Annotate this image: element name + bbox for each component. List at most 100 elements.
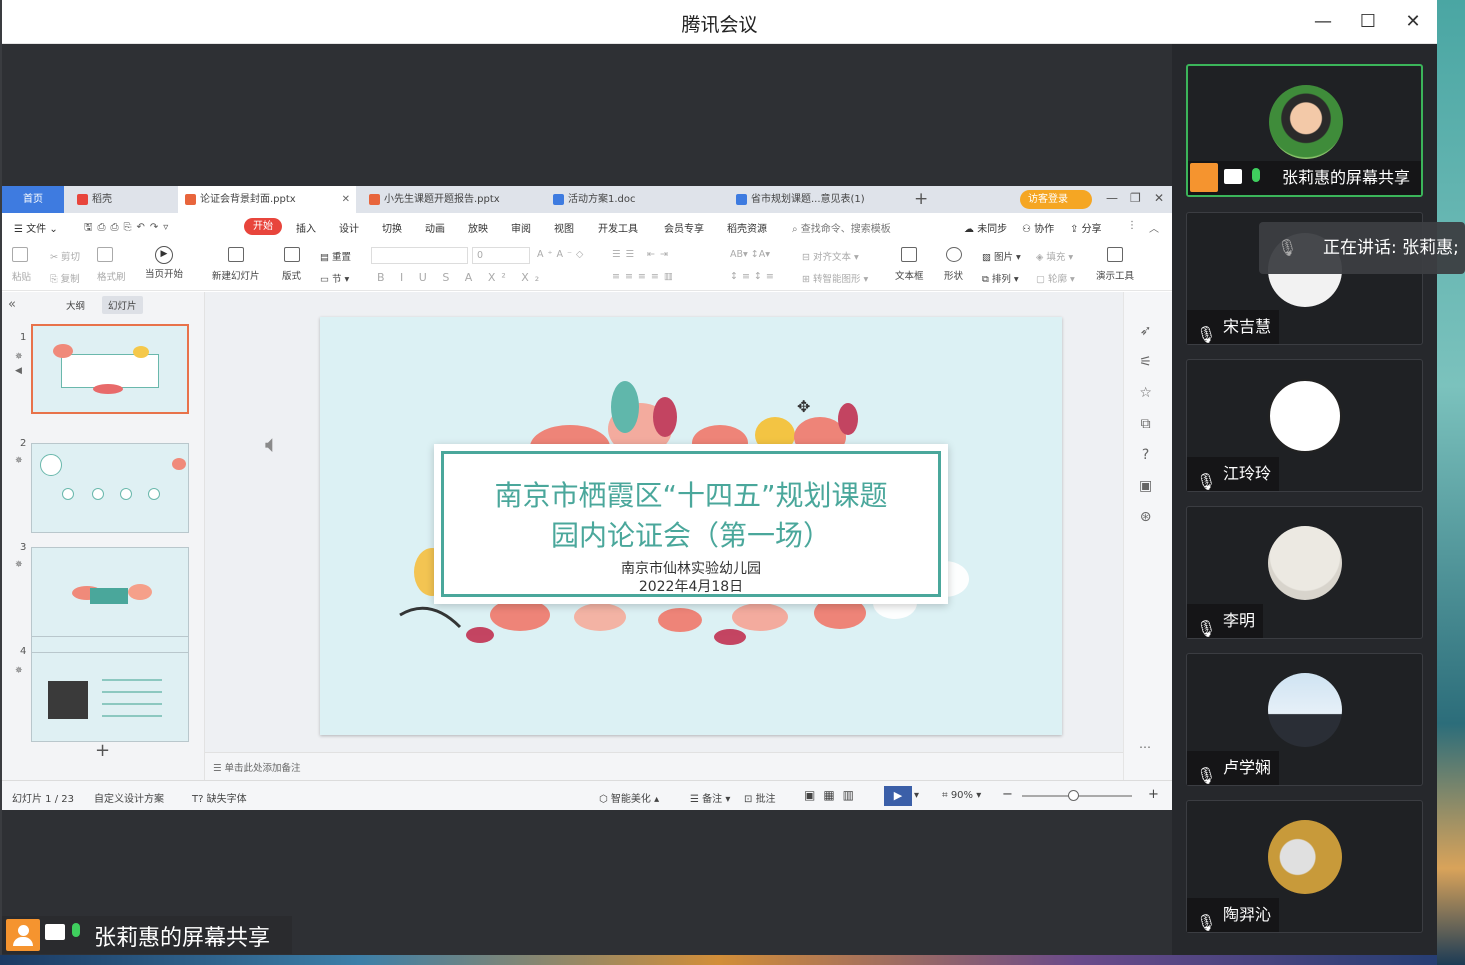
menu-insert[interactable]: 插入 [296,220,316,235]
format-painter-button[interactable]: 格式刷 [97,247,126,283]
layout-button[interactable]: 版式 [282,247,301,282]
slide-thumb-1[interactable] [31,324,189,414]
close-button[interactable]: ✕ [1399,8,1427,36]
tab-docer[interactable]: 稻壳 [70,186,174,213]
text-direction-icon[interactable]: AB▾ ↕A▾ [730,249,770,260]
present-tools-button[interactable]: 演示工具 [1096,247,1134,282]
font-style-icons[interactable]: B I U S A X² X₂ [377,271,545,284]
screen-share-icon [1224,169,1242,184]
design-scheme[interactable]: 自定义设计方案 [94,790,164,805]
video-tile-participant[interactable]: 🎙︎ 陶羿沁 [1186,800,1423,933]
fill-button[interactable]: ◈ 填充 ▾ [1036,249,1073,263]
restore-icon[interactable]: ❐ [1130,191,1141,205]
sync-status[interactable]: ☁ 未同步 [964,220,1007,235]
share-button[interactable]: ⇪ 分享 [1070,220,1102,235]
menu-start[interactable]: 开始 [244,218,282,235]
slide-thumb-2[interactable] [31,443,189,533]
align-icons[interactable]: ≡≡≡≡▥ [612,271,678,282]
video-tile-sharer[interactable]: 张莉惠的屏幕共享 [1186,64,1423,197]
maximize-button[interactable]: ☐ [1354,8,1382,36]
mic-on-icon [1252,168,1260,182]
menu-view[interactable]: 视图 [554,220,574,235]
move-cursor-icon: ✥ [797,397,811,416]
guest-login-button[interactable]: 访客登录 [1020,190,1092,209]
menu-developer[interactable]: 开发工具 [598,220,638,235]
user-avatar-icon [6,919,40,951]
list-icons[interactable]: ☰☰ ⇤⇥ [612,249,673,260]
quick-access-icons[interactable]: 🖫⎙⎙⎘↶↷▿ [84,220,173,237]
font-size-select[interactable]: 0 [472,247,530,264]
audio-speaker-icon[interactable]: 🔈︎ [265,430,279,458]
tab-home[interactable]: 首页 [2,186,64,213]
textbox-button[interactable]: 文本框 [895,247,924,282]
slide-org: 南京市仙林实验幼儿园 [621,561,761,577]
zoom-in-button[interactable]: + [1148,787,1159,802]
slide-thumb-4[interactable] [31,652,189,742]
section-button[interactable]: ▭ 节 ▾ [320,271,349,285]
align-text-button[interactable]: ⊟ 对齐文本 ▾ [802,249,859,263]
close-icon[interactable]: ✕ [1154,191,1164,205]
menu-animation[interactable]: 动画 [425,220,445,235]
font-name-select[interactable] [371,247,468,264]
play-slideshow-button[interactable]: ▶ [884,786,912,806]
smartart-button[interactable]: ⊞ 转智能图形 ▾ [802,271,868,285]
missing-font-button[interactable]: T? 缺失字体 [192,790,247,805]
video-tile-participant[interactable]: 🎙︎ 李明 [1186,506,1423,639]
tab-pptx-report[interactable]: 小先生课题开题报告.pptx [362,186,540,213]
menu-member[interactable]: 会员专享 [664,220,704,235]
notes-pane[interactable]: ☰ 单击此处添加备注 [205,752,1123,780]
notes-toggle[interactable]: ☰ 备注 ▾ [690,790,730,805]
doc-icon [736,194,747,205]
outline-button[interactable]: ▢ 轮廓 ▾ [1036,271,1075,285]
new-slide-button[interactable]: 新建幻灯片 [212,247,260,282]
menu-file[interactable]: ☰ 文件 ⌄ [14,220,58,235]
add-slide-button[interactable]: + [95,740,110,761]
menu-design[interactable]: 设计 [339,220,359,235]
video-tile-participant[interactable]: 🎙︎ 江玲玲 [1186,359,1423,492]
paste-button[interactable]: 粘贴 [12,247,31,283]
slide-1-canvas[interactable]: 南京市栖霞区“十四五”规划课题 园内论证会（第一场） 南京市仙林实验幼儿园 20… [320,317,1062,735]
slide-number: 4 [20,646,27,657]
anim-icon: ✵ [15,456,23,466]
more-icon[interactable]: ⋮ [1127,220,1137,231]
menu-docer-resources[interactable]: 稻壳资源 [727,220,767,235]
comment-button[interactable]: ⊡ 批注 [744,790,776,805]
collapse-panel-icon[interactable]: « [8,297,16,312]
tab-doc-form[interactable]: 省市规划课题...意见表(1) [729,186,907,213]
from-current-button[interactable]: ▶ 当页开始 [145,246,183,280]
copy-button[interactable]: ⎘ 复制 [50,271,80,285]
menu-slideshow[interactable]: 放映 [468,220,488,235]
minimize-button[interactable]: — [1309,8,1337,36]
tab-slides[interactable]: 幻灯片 [102,296,143,314]
font-grow-icons[interactable]: A⁺A⁻◇ [537,249,587,260]
notes-placeholder[interactable]: ☰ 单击此处添加备注 [213,760,301,774]
tab-outline[interactable]: 大纲 [66,298,85,312]
picture-button[interactable]: ▨ 图片 ▾ [982,249,1021,263]
collapse-ribbon-icon[interactable]: ︿ [1149,220,1159,235]
new-tab-button[interactable]: + [914,189,928,209]
shape-button[interactable]: 形状 [944,247,963,282]
min-icon[interactable]: — [1106,191,1118,205]
command-search[interactable]: ⌕ 查找命令、搜索模板 [792,220,891,235]
close-tab-icon[interactable]: ✕ [342,186,350,213]
beautify-button[interactable]: ⬡ 智能美化 ▴ [599,790,659,805]
more-tools-icon[interactable]: ⋯ [1139,740,1151,754]
video-tile-participant[interactable]: 🎙︎ 卢学娴 [1186,653,1423,786]
tab-doc-plan[interactable]: 活动方案1.doc [546,186,724,213]
reset-button[interactable]: ▤ 重置 [320,249,351,263]
menu-transition[interactable]: 切换 [382,220,402,235]
side-tool-icons[interactable]: ➶ ⚟ ☆ ⧉? ▣ ⊛ [1139,316,1152,533]
tab-pptx-cover[interactable]: 论证会背景封面.pptx ✕ [178,186,356,213]
menu-review[interactable]: 审阅 [511,220,531,235]
cut-button[interactable]: ✂ 剪切 [50,249,80,263]
slide-thumb-3[interactable] [31,547,189,637]
wps-window: 首页 稻壳 论证会背景封面.pptx ✕ 小先生课题开题报告.pptx 活动方案1… [2,186,1172,810]
play-options-icon[interactable]: ▾ [914,790,919,801]
arrange-button[interactable]: ⧉ 排列 ▾ [982,271,1019,285]
collab-button[interactable]: ⚇ 协作 [1022,220,1054,235]
view-mode-icons[interactable]: ▣▦▥ [804,788,862,802]
fit-window-icon[interactable]: ⌗ 90% ▾ [942,790,981,801]
zoom-slider[interactable] [1022,790,1132,801]
zoom-out-button[interactable]: − [1002,787,1013,802]
spacing-icons[interactable]: ↕≡↕≡ [730,271,778,282]
